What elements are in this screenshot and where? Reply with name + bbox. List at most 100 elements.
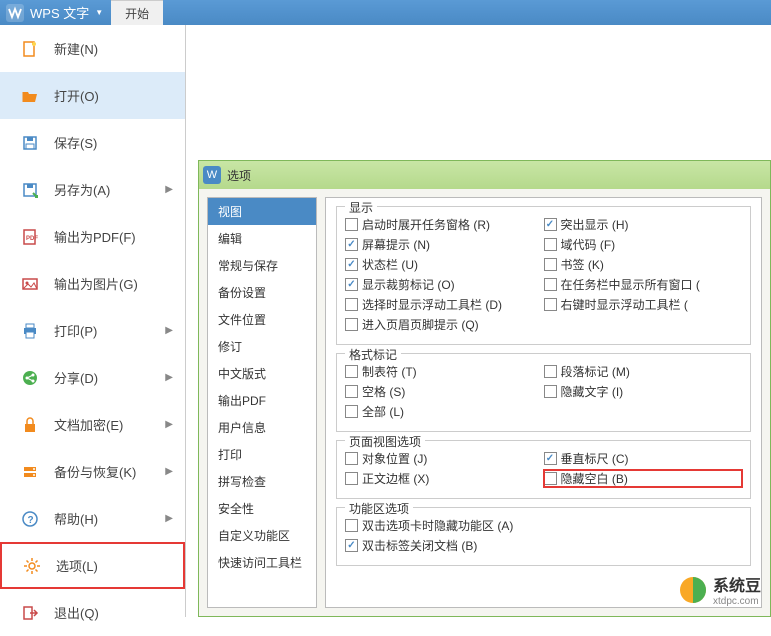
- checkbox-icon: [544, 365, 557, 378]
- dialog-sidebar-item[interactable]: 拼写检查: [208, 468, 316, 495]
- filemenu-item-label: 输出为PDF(F): [54, 227, 136, 246]
- checkbox-option[interactable]: 制表符 (T): [345, 363, 544, 380]
- dialog-sidebar-item[interactable]: 修订: [208, 333, 316, 360]
- checkbox-label: 双击标签关闭文档 (B): [362, 537, 477, 554]
- checkbox-label: 空格 (S): [362, 383, 405, 400]
- checkbox-icon: [544, 298, 557, 311]
- checkbox-option[interactable]: 空格 (S): [345, 383, 544, 400]
- chevron-right-icon: ▶: [165, 513, 173, 524]
- fieldset: 功能区选项 双击选项卡时隐藏功能区 (A) 双击标签关闭文档 (B): [336, 507, 751, 566]
- dialog-sidebar-item[interactable]: 用户信息: [208, 414, 316, 441]
- filemenu-item-label: 选项(L): [56, 556, 98, 575]
- filemenu-item-lock[interactable]: 文档加密(E) ▶: [0, 401, 185, 448]
- lock-icon: [20, 415, 40, 435]
- checkbox-option[interactable]: 显示裁剪标记 (O): [345, 276, 544, 293]
- checkbox-icon: [544, 452, 557, 465]
- checkbox-icon: [345, 385, 358, 398]
- chevron-right-icon: ▶: [165, 184, 173, 195]
- checkbox-label: 右键时显示浮动工具栏 (: [561, 296, 688, 313]
- checkbox-option[interactable]: 突出显示 (H): [544, 216, 743, 233]
- dialog-title: 选项: [227, 167, 251, 184]
- checkbox-option[interactable]: 选择时显示浮动工具栏 (D): [345, 296, 544, 313]
- checkbox-icon: [544, 278, 557, 291]
- checkbox-label: 突出显示 (H): [561, 216, 629, 233]
- checkbox-option[interactable]: 右键时显示浮动工具栏 (: [544, 296, 743, 313]
- gear-icon: [22, 556, 42, 576]
- filemenu-item-pdf[interactable]: PDF 输出为PDF(F): [0, 213, 185, 260]
- checkbox-option[interactable]: 正文边框 (X): [345, 470, 544, 487]
- chevron-down-icon[interactable]: ▼: [95, 8, 103, 17]
- dialog-sidebar-item[interactable]: 视图: [208, 198, 316, 225]
- watermark-icon: [679, 576, 707, 604]
- watermark-sub: xtdpc.com: [713, 596, 761, 607]
- checkbox-icon: [345, 278, 358, 291]
- checkbox-label: 书签 (K): [561, 256, 604, 273]
- checkbox-option[interactable]: 启动时展开任务窗格 (R): [345, 216, 544, 233]
- dialog-sidebar-item[interactable]: 快速访问工具栏: [208, 549, 316, 576]
- exit-icon: [20, 603, 40, 623]
- ribbon-tab-start[interactable]: 开始: [111, 0, 163, 25]
- checkbox-option[interactable]: 状态栏 (U): [345, 256, 544, 273]
- checkbox-icon: [345, 238, 358, 251]
- watermark-text: 系统豆: [713, 572, 761, 596]
- fieldset: 格式标记 制表符 (T) 空格 (S) 全部 (L) 段落标记 (M) 隐藏文字…: [336, 353, 751, 432]
- checkbox-option[interactable]: 对象位置 (J): [345, 450, 544, 467]
- checkbox-label: 正文边框 (X): [362, 470, 429, 487]
- backup-icon: [20, 462, 40, 482]
- checkbox-icon: [345, 472, 358, 485]
- checkbox-label: 在任务栏中显示所有窗口 (: [561, 276, 700, 293]
- dialog-sidebar-item[interactable]: 输出PDF: [208, 387, 316, 414]
- filemenu-item-label: 备份与恢复(K): [54, 462, 136, 481]
- filemenu-item-backup[interactable]: 备份与恢复(K) ▶: [0, 448, 185, 495]
- filemenu-item-label: 打印(P): [54, 321, 97, 340]
- filemenu-item-help[interactable]: ? 帮助(H) ▶: [0, 495, 185, 542]
- filemenu-item-print[interactable]: 打印(P) ▶: [0, 307, 185, 354]
- dialog-sidebar-item[interactable]: 备份设置: [208, 279, 316, 306]
- checkbox-label: 状态栏 (U): [362, 256, 418, 273]
- checkbox-label: 隐藏文字 (I): [561, 383, 624, 400]
- dialog-sidebar-item[interactable]: 文件位置: [208, 306, 316, 333]
- checkbox-option[interactable]: 在任务栏中显示所有窗口 (: [544, 276, 743, 293]
- filemenu-item-label: 输出为图片(G): [54, 274, 138, 293]
- checkbox-label: 段落标记 (M): [561, 363, 630, 380]
- dialog-sidebar-item[interactable]: 安全性: [208, 495, 316, 522]
- filemenu-item-saveas[interactable]: 另存为(A) ▶: [0, 166, 185, 213]
- svg-text:?: ?: [28, 515, 34, 526]
- checkbox-icon: [345, 218, 358, 231]
- dialog-sidebar-item[interactable]: 常规与保存: [208, 252, 316, 279]
- checkbox-option[interactable]: 进入页眉页脚提示 (Q): [345, 316, 544, 333]
- checkbox-option[interactable]: 屏幕提示 (N): [345, 236, 544, 253]
- checkbox-label: 隐藏空白 (B): [561, 470, 628, 487]
- dialog-sidebar-item[interactable]: 打印: [208, 441, 316, 468]
- checkbox-label: 双击选项卡时隐藏功能区 (A): [362, 517, 513, 534]
- checkbox-label: 垂直标尺 (C): [561, 450, 629, 467]
- checkbox-label: 进入页眉页脚提示 (Q): [362, 316, 479, 333]
- options-dialog: W 选项 视图编辑常规与保存备份设置文件位置修订中文版式输出PDF用户信息打印拼…: [198, 160, 771, 617]
- filemenu-item-image[interactable]: 输出为图片(G): [0, 260, 185, 307]
- dialog-sidebar-item[interactable]: 中文版式: [208, 360, 316, 387]
- checkbox-option[interactable]: 段落标记 (M): [544, 363, 743, 380]
- filemenu-item-label: 打开(O): [54, 86, 99, 105]
- checkbox-option[interactable]: 双击选项卡时隐藏功能区 (A): [345, 517, 742, 534]
- filemenu-item-label: 另存为(A): [54, 180, 110, 199]
- dialog-sidebar-item[interactable]: 编辑: [208, 225, 316, 252]
- filemenu-item-share[interactable]: 分享(D) ▶: [0, 354, 185, 401]
- dialog-content: 显示 启动时展开任务窗格 (R) 屏幕提示 (N) 状态栏 (U) 显示裁剪标记…: [325, 197, 762, 608]
- checkbox-option[interactable]: 域代码 (F): [544, 236, 743, 253]
- checkbox-option[interactable]: 全部 (L): [345, 403, 544, 420]
- checkbox-option[interactable]: 双击标签关闭文档 (B): [345, 537, 742, 554]
- checkbox-option[interactable]: 垂直标尺 (C): [544, 450, 743, 467]
- checkbox-option[interactable]: 隐藏空白 (B): [544, 470, 743, 487]
- filemenu-item-exit[interactable]: 退出(Q): [0, 589, 185, 636]
- checkbox-option[interactable]: 隐藏文字 (I): [544, 383, 743, 400]
- filemenu-item-gear[interactable]: 选项(L): [0, 542, 185, 589]
- dialog-sidebar-item[interactable]: 自定义功能区: [208, 522, 316, 549]
- share-icon: [20, 368, 40, 388]
- checkbox-icon: [345, 318, 358, 331]
- filemenu-item-open[interactable]: 打开(O): [0, 72, 185, 119]
- checkbox-option[interactable]: 书签 (K): [544, 256, 743, 273]
- chevron-right-icon: ▶: [165, 419, 173, 430]
- filemenu-item-save[interactable]: 保存(S): [0, 119, 185, 166]
- checkbox-icon: [345, 539, 358, 552]
- filemenu-item-new[interactable]: 新建(N): [0, 25, 185, 72]
